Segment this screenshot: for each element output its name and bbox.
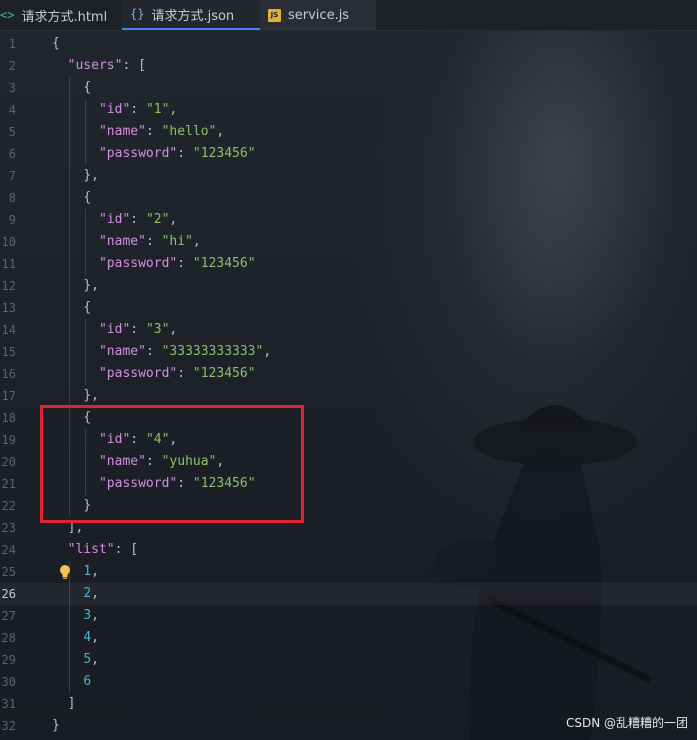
line-number: 4 xyxy=(8,103,16,117)
line-number: 26 xyxy=(1,587,16,601)
json-string: "hello" xyxy=(161,124,217,139)
json-key: "password" xyxy=(98,146,178,161)
line-number: 12 xyxy=(1,279,16,293)
json-string: "123456" xyxy=(192,256,256,271)
line-number: 32 xyxy=(1,719,16,733)
tab-service-js[interactable]: JS service.js xyxy=(260,0,376,30)
line-number: 1 xyxy=(8,37,16,51)
json-string: "3" xyxy=(145,322,170,337)
line-number: 31 xyxy=(1,697,16,711)
json-number: 5 xyxy=(83,652,92,667)
line-number: 11 xyxy=(1,257,16,271)
json-number: 4 xyxy=(83,630,92,645)
code-line: 13 { xyxy=(0,297,697,319)
code-line: 28 4, xyxy=(0,627,697,649)
code-line: 3 { xyxy=(0,77,697,99)
json-key: "id" xyxy=(98,102,131,117)
json-key: "id" xyxy=(98,212,131,227)
line-number: 15 xyxy=(1,345,16,359)
red-highlight-box xyxy=(40,405,304,523)
editor-window: <> 请求方式.html {} 请求方式.json JS service.js … xyxy=(0,0,697,740)
line-number: 9 xyxy=(8,213,16,227)
code-line: 7 }, xyxy=(0,165,697,187)
json-key: "name" xyxy=(98,234,146,249)
code-line: 1{ xyxy=(0,33,697,55)
tab-request-html[interactable]: <> 请求方式.html xyxy=(0,0,122,30)
line-number: 2 xyxy=(8,59,16,73)
json-key: "users" xyxy=(67,58,123,73)
line-number: 21 xyxy=(1,477,16,491)
line-number: 10 xyxy=(1,235,16,249)
line-number: 13 xyxy=(1,301,16,315)
line-number: 22 xyxy=(1,499,16,513)
json-key: "name" xyxy=(98,344,146,359)
code-line: 8 { xyxy=(0,187,697,209)
code-line: 29 5, xyxy=(0,649,697,671)
line-number: 24 xyxy=(1,543,16,557)
code-line: 4 "id": "1", xyxy=(0,99,697,121)
line-number: 28 xyxy=(1,631,16,645)
line-number: 29 xyxy=(1,653,16,667)
code-line: 2 "users": [ xyxy=(0,55,697,77)
code-line: 15 "name": "33333333333", xyxy=(0,341,697,363)
line-number: 27 xyxy=(1,609,16,623)
line-number: 5 xyxy=(8,125,16,139)
line-number: 7 xyxy=(8,169,16,183)
code-line: 10 "name": "hi", xyxy=(0,231,697,253)
code-area[interactable]: 1{ 2 "users": [ 3 { 4 "id": "1", 5 "name… xyxy=(0,33,697,737)
json-string: "hi" xyxy=(161,234,193,249)
code-line: 24 "list": [ xyxy=(0,539,697,561)
html-file-icon: <> xyxy=(0,8,15,22)
line-number: 14 xyxy=(1,323,16,337)
line-number: 18 xyxy=(1,411,16,425)
line-number: 6 xyxy=(8,147,16,161)
code-line: 25 1, xyxy=(0,561,697,583)
code-line: 27 3, xyxy=(0,605,697,627)
tab-label: 请求方式.json xyxy=(151,8,235,24)
csdn-watermark: CSDN @乱糟糟的一团 xyxy=(565,716,688,730)
line-number: 19 xyxy=(1,433,16,447)
tab-label: service.js xyxy=(288,7,350,23)
json-key: "password" xyxy=(98,366,178,381)
json-number: 6 xyxy=(83,674,92,689)
line-number: 23 xyxy=(1,521,16,535)
line-number: 17 xyxy=(1,389,16,403)
json-string: "2" xyxy=(145,212,170,227)
code-line: 17 }, xyxy=(0,385,697,407)
json-number: 3 xyxy=(83,608,92,623)
line-number: 20 xyxy=(1,455,16,469)
line-number: 3 xyxy=(8,81,16,95)
code-line: 9 "id": "2", xyxy=(0,209,697,231)
json-file-icon: {} xyxy=(130,7,145,21)
line-number: 30 xyxy=(1,675,16,689)
json-string: "1" xyxy=(145,102,170,117)
json-key: "name" xyxy=(98,124,146,139)
json-key: "list" xyxy=(67,542,115,557)
code-line: 6 "password": "123456" xyxy=(0,143,697,165)
tab-request-json[interactable]: {} 请求方式.json xyxy=(122,0,260,30)
code-line: 30 6 xyxy=(0,671,697,693)
line-number: 8 xyxy=(8,191,16,205)
json-string: "123456" xyxy=(192,146,256,161)
tab-bar: <> 请求方式.html {} 请求方式.json JS service.js xyxy=(0,0,697,31)
line-number: 16 xyxy=(1,367,16,381)
js-file-icon: JS xyxy=(268,8,281,22)
json-number: 2 xyxy=(83,586,92,601)
code-line-current: 26 2, xyxy=(0,583,697,605)
code-line: 14 "id": "3", xyxy=(0,319,697,341)
json-number: 1 xyxy=(83,564,92,579)
code-line: 31 ] xyxy=(0,693,697,715)
json-key: "id" xyxy=(98,322,131,337)
code-line: 16 "password": "123456" xyxy=(0,363,697,385)
tab-label: 请求方式.html xyxy=(21,9,108,25)
code-line: 12 }, xyxy=(0,275,697,297)
code-line: 11 "password": "123456" xyxy=(0,253,697,275)
line-number: 25 xyxy=(1,565,16,579)
code-line: 5 "name": "hello", xyxy=(0,121,697,143)
json-string: "33333333333" xyxy=(161,344,264,359)
json-string: "123456" xyxy=(192,366,256,381)
json-key: "password" xyxy=(98,256,178,271)
